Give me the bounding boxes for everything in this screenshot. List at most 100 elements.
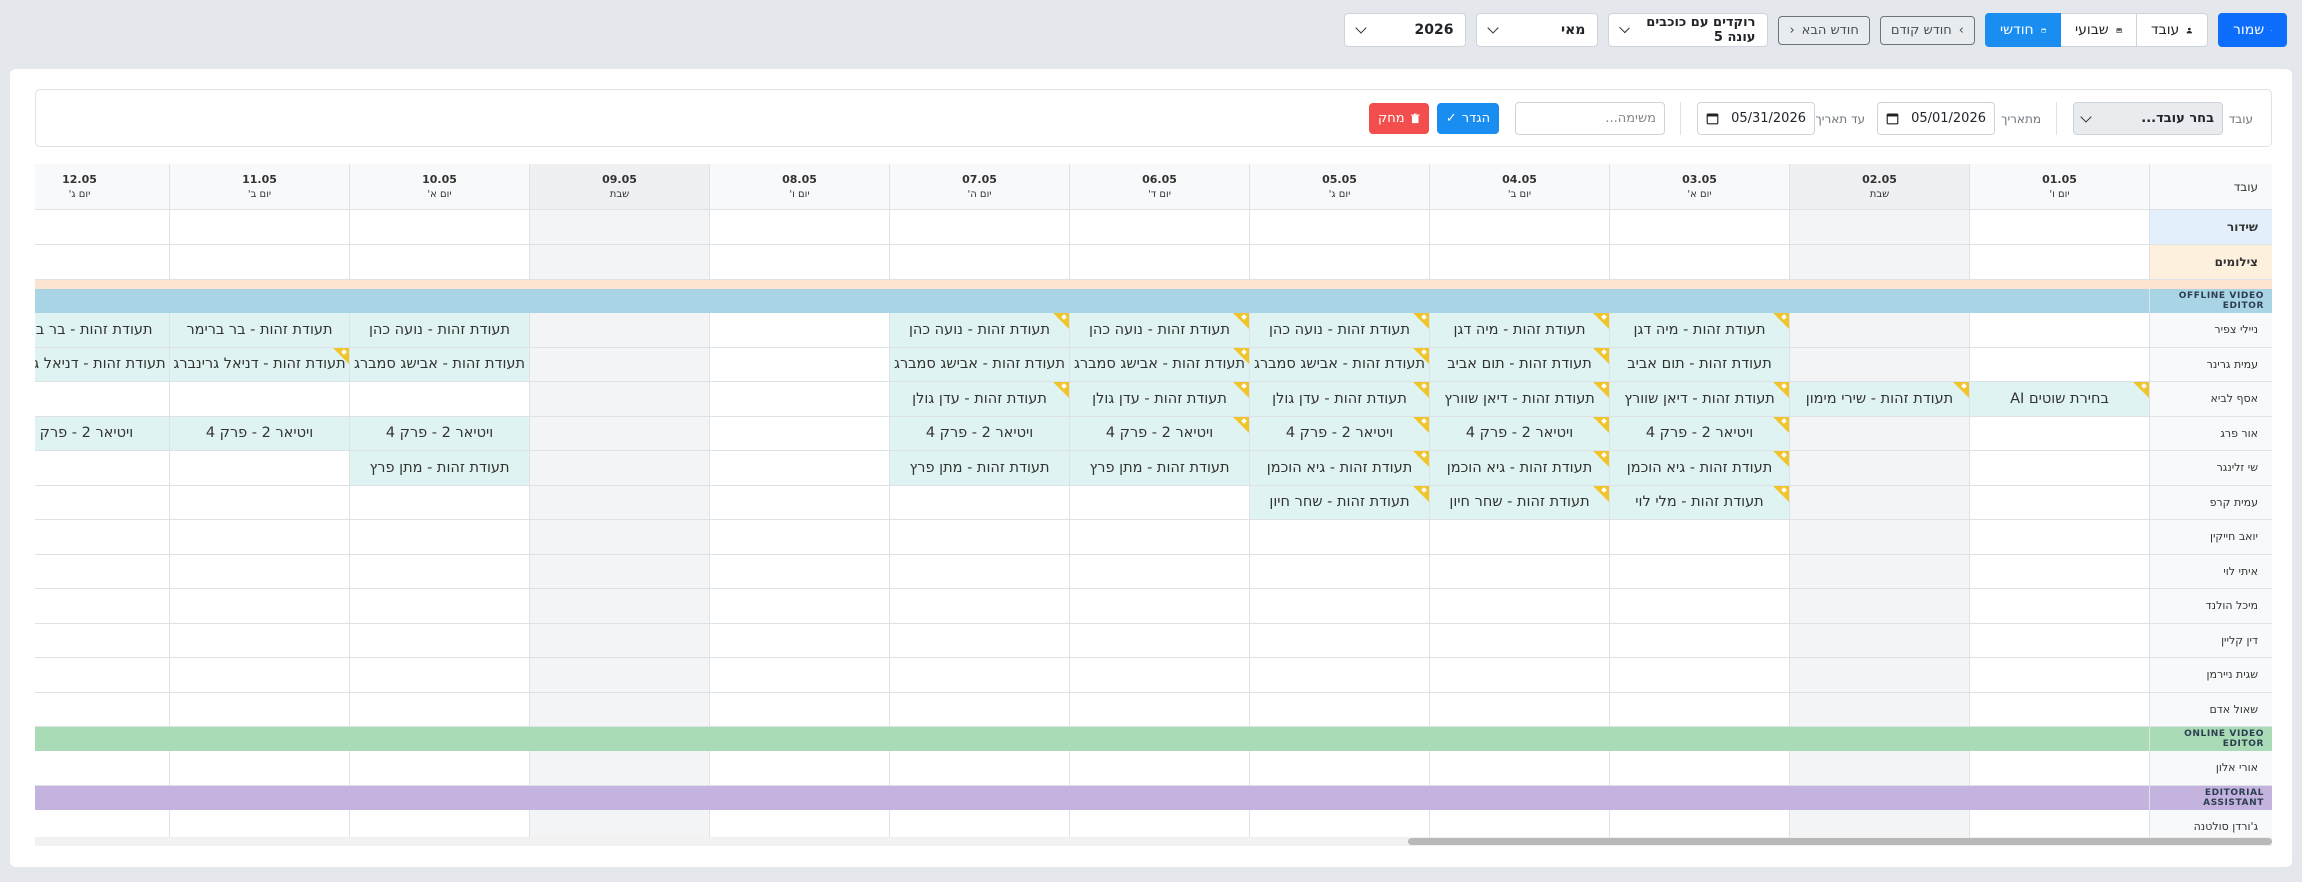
employee-name[interactable]: אורי אלון <box>2149 751 2272 786</box>
assignment-cell[interactable]: תעודת זהות - מלי לוי <box>1609 485 1789 520</box>
day-cell[interactable] <box>889 520 1069 555</box>
day-cell[interactable] <box>349 485 529 520</box>
employee-name[interactable]: שי זלינגר <box>2149 451 2272 486</box>
day-cell[interactable] <box>349 589 529 624</box>
day-cell[interactable] <box>1789 658 1969 693</box>
day-cell[interactable] <box>529 245 709 280</box>
day-cell[interactable] <box>709 485 889 520</box>
day-cell[interactable] <box>1789 245 1969 280</box>
day-cell[interactable] <box>349 751 529 786</box>
assignment-cell[interactable]: תעודת זהות - מיה דגן <box>1609 313 1789 348</box>
day-cell[interactable] <box>889 485 1069 520</box>
day-cell[interactable] <box>169 589 349 624</box>
day-cell[interactable] <box>1069 692 1249 727</box>
assignment-cell[interactable]: ויטיאר 2 - פרק 4 <box>169 416 349 451</box>
day-cell[interactable] <box>1789 416 1969 451</box>
day-cell[interactable] <box>35 520 169 555</box>
assignment-cell[interactable]: ויטיאר 2 - פרק 4 <box>889 416 1069 451</box>
assignment-cell[interactable]: ויטיאר 2 - פרק 4 <box>1069 416 1249 451</box>
day-cell[interactable] <box>1609 692 1789 727</box>
day-cell[interactable] <box>529 692 709 727</box>
day-cell[interactable] <box>1249 589 1429 624</box>
year-select[interactable]: 2026 <box>1344 13 1467 47</box>
day-cell[interactable] <box>709 589 889 624</box>
day-cell[interactable] <box>1069 658 1249 693</box>
day-cell[interactable] <box>1789 751 1969 786</box>
employee-filter-select[interactable]: בחר עובד... <box>2073 102 2223 135</box>
assignment-cell[interactable]: ויטיאר 2 - פרק 4 <box>1429 416 1609 451</box>
day-cell[interactable] <box>889 589 1069 624</box>
day-cell[interactable] <box>889 658 1069 693</box>
day-cell[interactable] <box>1249 623 1429 658</box>
horizontal-scrollbar[interactable] <box>35 837 2272 846</box>
day-cell[interactable] <box>529 485 709 520</box>
day-cell[interactable] <box>889 623 1069 658</box>
day-cell[interactable] <box>1969 416 2149 451</box>
assignment-cell[interactable]: תעודת זהות - דיאן שוורץ <box>1609 382 1789 417</box>
employee-name[interactable]: שאול אדם <box>2149 692 2272 727</box>
day-cell[interactable] <box>1249 210 1429 245</box>
day-cell[interactable] <box>1609 520 1789 555</box>
day-cell[interactable] <box>1969 347 2149 382</box>
assignment-cell[interactable]: תעודת זהות - אבישג סמברג <box>1069 347 1249 382</box>
assignment-cell[interactable]: תעודת זהות - מיה דגן <box>1429 313 1609 348</box>
day-cell[interactable] <box>1609 245 1789 280</box>
day-cell[interactable] <box>889 245 1069 280</box>
day-cell[interactable] <box>1969 658 2149 693</box>
assignment-cell[interactable]: ויטיאר 2 - פרק 4 <box>1249 416 1429 451</box>
employee-name[interactable]: מיכל הולנד <box>2149 589 2272 624</box>
day-cell[interactable] <box>1249 658 1429 693</box>
view-employee-button[interactable]: עובד <box>2136 13 2208 47</box>
day-cell[interactable] <box>709 245 889 280</box>
to-date-input[interactable]: 05/31/2026 <box>1697 102 1815 135</box>
day-cell[interactable] <box>529 451 709 486</box>
employee-name[interactable]: ניילי צפיר <box>2149 313 2272 348</box>
assignment-cell[interactable]: תעודת זהות - נועה כהן <box>889 313 1069 348</box>
day-cell[interactable] <box>349 245 529 280</box>
day-cell[interactable] <box>1789 520 1969 555</box>
assignment-cell[interactable]: תעודת זהות - שחר חיון <box>1249 485 1429 520</box>
day-cell[interactable] <box>529 313 709 348</box>
day-cell[interactable] <box>35 451 169 486</box>
day-cell[interactable] <box>1069 751 1249 786</box>
day-cell[interactable] <box>889 692 1069 727</box>
day-cell[interactable] <box>1969 554 2149 589</box>
assignment-cell[interactable]: תעודת זהות - מתן פרץ <box>1069 451 1249 486</box>
assignment-cell[interactable]: תעודת זהות - נועה כהן <box>349 313 529 348</box>
day-cell[interactable] <box>529 520 709 555</box>
assignment-cell[interactable]: תעודת זהות - אבישג סמברג <box>889 347 1069 382</box>
month-select[interactable]: מאי <box>1476 13 1599 47</box>
day-cell[interactable] <box>1249 520 1429 555</box>
day-cell[interactable] <box>1609 658 1789 693</box>
day-cell[interactable] <box>889 751 1069 786</box>
day-cell[interactable] <box>709 554 889 589</box>
day-cell[interactable] <box>1789 692 1969 727</box>
assignment-cell[interactable]: תעודת זהות - מתן פרץ <box>889 451 1069 486</box>
day-cell[interactable] <box>349 658 529 693</box>
task-input[interactable]: משימה... <box>1515 102 1665 135</box>
day-cell[interactable] <box>1429 692 1609 727</box>
day-cell[interactable] <box>1969 313 2149 348</box>
day-cell[interactable] <box>709 210 889 245</box>
day-cell[interactable] <box>1789 554 1969 589</box>
save-button[interactable]: שמור <box>2218 13 2287 47</box>
day-cell[interactable] <box>1969 451 2149 486</box>
day-cell[interactable] <box>709 416 889 451</box>
day-cell[interactable] <box>709 692 889 727</box>
assignment-cell[interactable]: תעודת זהות - אבישג סמברג <box>349 347 529 382</box>
define-button[interactable]: הגדר ✓ <box>1437 103 1499 134</box>
day-cell[interactable] <box>349 623 529 658</box>
day-cell[interactable] <box>169 451 349 486</box>
view-monthly-button[interactable]: חודשי <box>1985 13 2061 47</box>
day-cell[interactable] <box>1429 520 1609 555</box>
day-cell[interactable] <box>1789 347 1969 382</box>
day-cell[interactable] <box>529 347 709 382</box>
assignment-cell[interactable]: תעודת זהות - גיא הוכמן <box>1429 451 1609 486</box>
day-cell[interactable] <box>1969 520 2149 555</box>
assignment-cell[interactable]: ויטיאר 2 - פרק 4 <box>1609 416 1789 451</box>
day-cell[interactable] <box>1069 554 1249 589</box>
employee-name[interactable]: עמית קרפ <box>2149 485 2272 520</box>
day-cell[interactable] <box>1789 451 1969 486</box>
day-cell[interactable] <box>349 382 529 417</box>
day-cell[interactable] <box>349 210 529 245</box>
